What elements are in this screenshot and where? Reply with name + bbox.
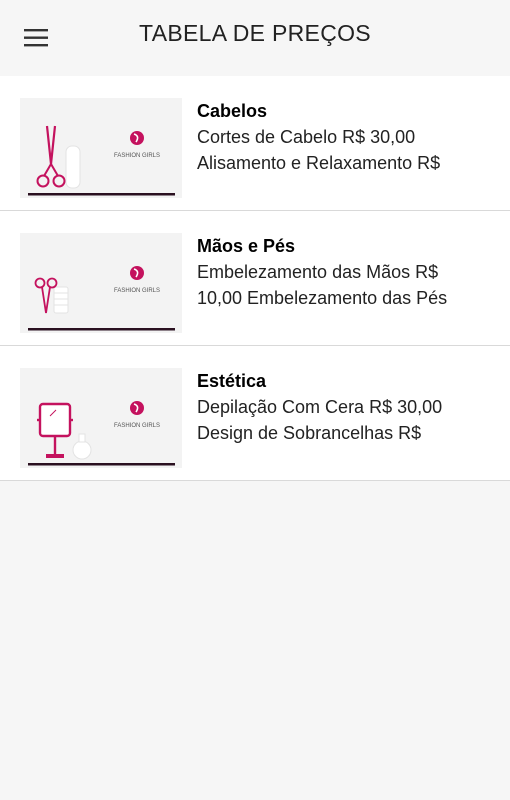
item-description: Cortes de Cabelo R$ 30,00 Alisamento e R…	[197, 127, 441, 173]
list-item-estetica[interactable]: FASHION GIRLS Estética Depilação Com Cer…	[0, 346, 510, 481]
item-image: FASHION GIRLS	[20, 98, 182, 198]
item-title: Mãos e Pés	[197, 236, 296, 256]
fashion-girls-logo	[130, 401, 144, 415]
price-list: FASHION GIRLS Cabelos Cortes de Cabelo R…	[0, 76, 510, 481]
list-item-cabelos[interactable]: FASHION GIRLS Cabelos Cortes de Cabelo R…	[0, 76, 510, 211]
item-title: Estética	[197, 371, 267, 391]
brand-text: FASHION GIRLS	[114, 153, 160, 159]
app-bar: TABELA DE PREÇOS	[0, 0, 510, 76]
fashion-girls-logo	[130, 266, 144, 280]
item-description: Depilação Com Cera R$ 30,00 Design de So…	[197, 397, 443, 443]
fashion-girls-logo	[130, 131, 144, 145]
list-item-maos-e-pes[interactable]: FASHION GIRLS Mãos e Pés Embelezamento d…	[0, 211, 510, 346]
item-image: FASHION GIRLS	[20, 368, 182, 468]
mirror-icon	[37, 402, 92, 460]
item-image: FASHION GIRLS	[20, 233, 182, 333]
brand-text: FASHION GIRLS	[114, 288, 160, 294]
item-title: Cabelos	[197, 101, 268, 121]
page-title: TABELA DE PREÇOS	[139, 20, 371, 46]
nail-scissors-icon	[34, 277, 69, 314]
scissors-comb-icon	[36, 125, 81, 189]
brand-text: FASHION GIRLS	[114, 423, 160, 429]
item-description: Embelezamento das Mãos R$ 10,00 Embeleza…	[197, 262, 448, 308]
